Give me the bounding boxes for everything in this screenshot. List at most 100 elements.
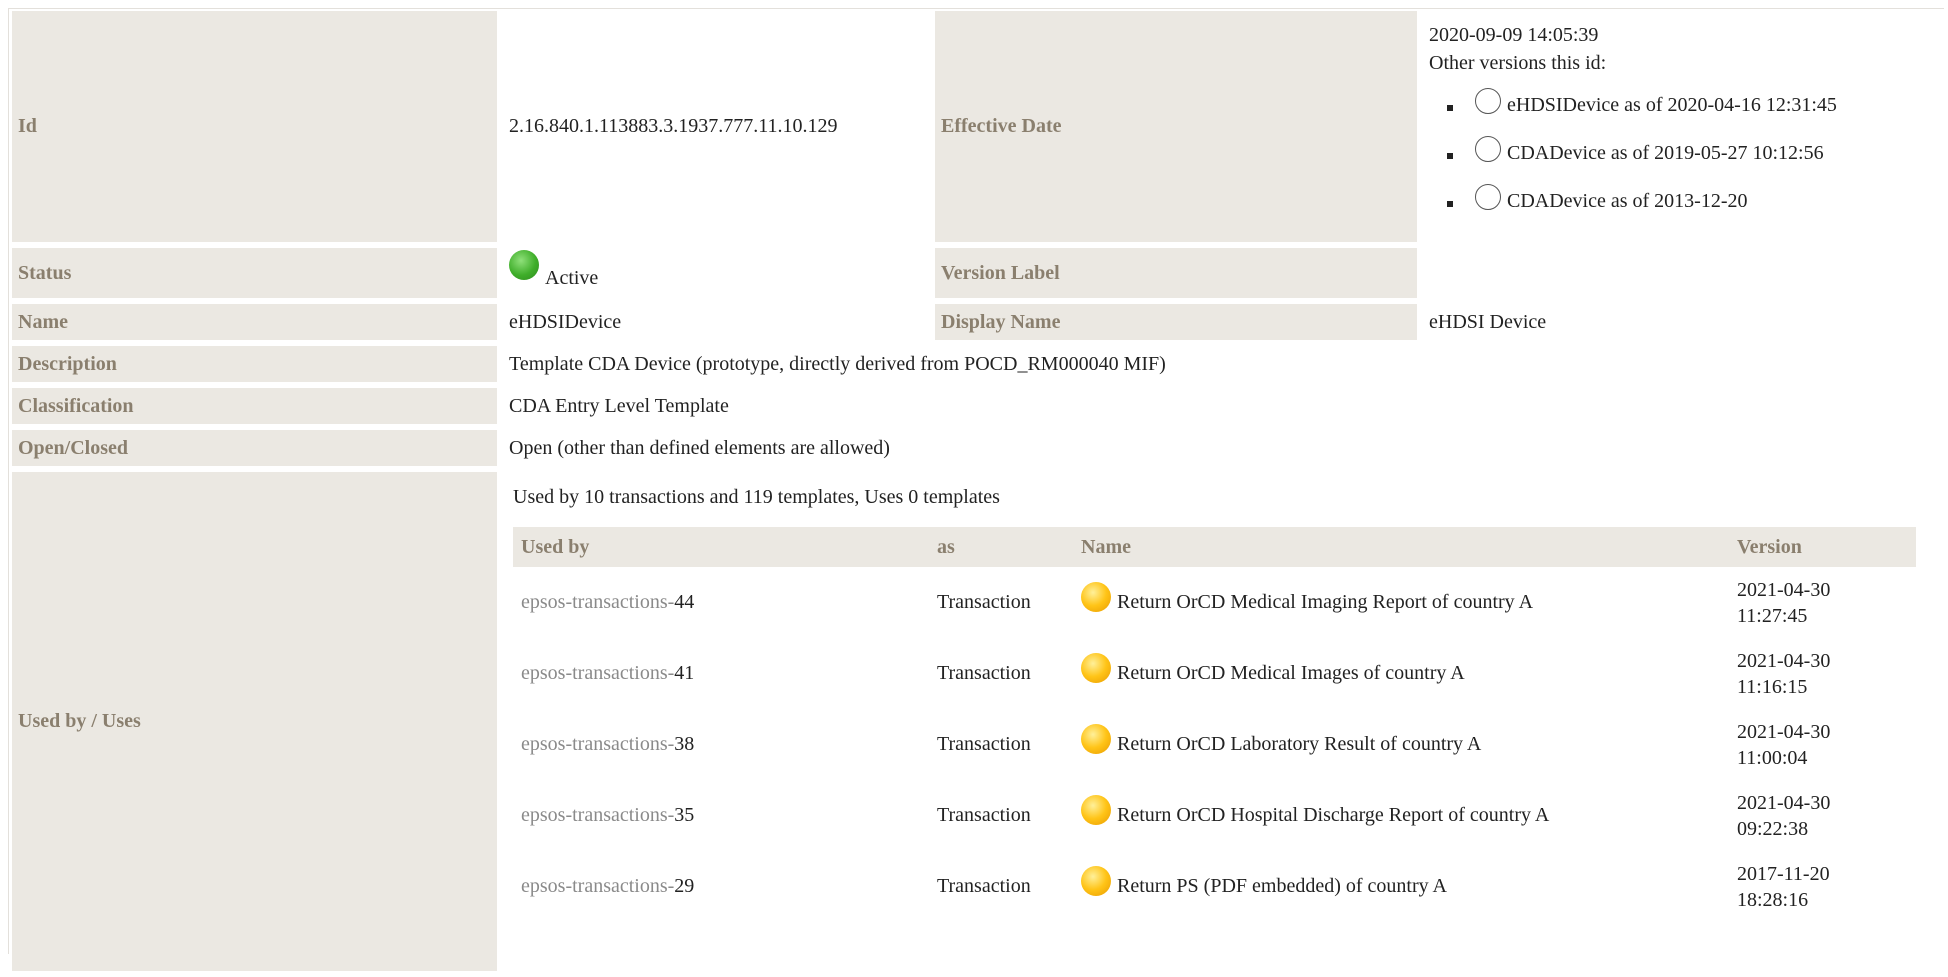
version-date: 2021-04-30	[1737, 578, 1831, 601]
version-date: 2021-04-30	[1737, 791, 1831, 814]
yellow-status-dot-icon	[1081, 723, 1111, 754]
usage-row: epsos-transactions-38 Transaction Return…	[513, 709, 1916, 780]
name-value: eHDSIDevice	[509, 310, 622, 333]
effective-date-label: Effective Date	[935, 11, 1417, 242]
usage-name-cell: Return OrCD Medical Images of country A	[1073, 638, 1729, 709]
ref-number: 38	[674, 733, 695, 755]
usage-as: Transaction	[937, 591, 1031, 613]
usage-version: 2017-11-20 18:28:16	[1729, 851, 1916, 922]
usage-as: Transaction	[937, 662, 1031, 684]
ref-number: 44	[674, 591, 695, 613]
yellow-status-dot-icon	[1081, 581, 1111, 612]
usage-name: Return PS (PDF embedded) of country A	[1117, 875, 1447, 897]
other-versions-list: eHDSIDevice as of 2020-04-16 12:31:45 CD…	[1429, 81, 1932, 225]
bullet-icon	[1447, 105, 1453, 111]
other-version-item[interactable]: eHDSIDevice as of 2020-04-16 12:31:45	[1447, 81, 1932, 129]
version-time: 11:27:45	[1737, 604, 1808, 627]
status-value-cell: Active	[503, 248, 929, 298]
usage-as: Transaction	[937, 804, 1031, 826]
used-by-link[interactable]: epsos-transactions-41	[513, 638, 929, 709]
bullet-icon	[1447, 201, 1453, 207]
version-time: 18:28:16	[1737, 888, 1809, 911]
yellow-status-dot-icon	[1081, 865, 1111, 896]
ref-prefix: epsos-transactions-	[521, 875, 675, 897]
usage-version: 2021-04-30 11:00:04	[1729, 709, 1916, 780]
used-by-link[interactable]: epsos-transactions-29	[513, 851, 929, 922]
usage-row: epsos-transactions-41 Transaction Return…	[513, 638, 1916, 709]
usage-version: 2021-04-30 11:16:15	[1729, 638, 1916, 709]
ref-prefix: epsos-transactions-	[521, 591, 675, 613]
usage-row: epsos-transactions-44 Transaction Return…	[513, 567, 1916, 638]
used-by-link[interactable]: epsos-transactions-38	[513, 709, 929, 780]
usage-name-cell: Return OrCD Laboratory Result of country…	[1073, 709, 1729, 780]
used-by-link[interactable]: epsos-transactions-35	[513, 780, 929, 851]
ref-number: 41	[674, 662, 695, 684]
as-column-header: as	[929, 527, 1073, 567]
status-value: Active	[545, 267, 599, 289]
other-version-item[interactable]: CDADevice as of 2013-12-20	[1447, 177, 1932, 225]
ref-number: 29	[674, 875, 695, 897]
usage-header-row: Used by as Name Version	[513, 527, 1916, 567]
open-closed-value: Open (other than defined elements are al…	[509, 436, 890, 459]
version-label-value	[1423, 248, 1938, 298]
yellow-status-dot-icon	[1081, 794, 1111, 825]
other-version-label: CDADevice as of 2019-05-27 10:12:56	[1507, 142, 1824, 164]
usage-row: epsos-transactions-29 Transaction Return…	[513, 851, 1916, 922]
bullet-icon	[1447, 153, 1453, 159]
radio-circle-icon[interactable]	[1475, 88, 1501, 114]
classification-label: Classification	[12, 388, 497, 424]
effective-date-cell: 2020-09-09 14:05:39 Other versions this …	[1423, 11, 1938, 242]
other-version-item[interactable]: CDADevice as of 2019-05-27 10:12:56	[1447, 129, 1932, 177]
description-label: Description	[12, 346, 497, 382]
version-time: 11:00:04	[1737, 746, 1808, 769]
radio-circle-icon[interactable]	[1475, 184, 1501, 210]
usage-row: epsos-transactions-35 Transaction Return…	[513, 780, 1916, 851]
usage-name: Return OrCD Hospital Discharge Report of…	[1117, 804, 1550, 826]
usage-table: Used by as Name Version epsos-transactio…	[513, 527, 1916, 922]
version-label-label: Version Label	[935, 248, 1417, 298]
used-by-uses-label: Used by / Uses	[12, 472, 497, 971]
display-name-value: eHDSI Device	[1429, 310, 1547, 333]
other-versions-title: Other versions this id:	[1429, 52, 1607, 74]
ref-prefix: epsos-transactions-	[521, 804, 675, 826]
version-date: 2021-04-30	[1737, 720, 1831, 743]
usage-as: Transaction	[937, 733, 1031, 755]
id-value: 2.16.840.1.113883.3.1937.777.11.10.129	[509, 115, 838, 137]
usage-name-cell: Return OrCD Medical Imaging Report of co…	[1073, 567, 1729, 638]
id-label: Id	[12, 11, 497, 242]
open-closed-label: Open/Closed	[12, 430, 497, 466]
other-version-label: eHDSIDevice as of 2020-04-16 12:31:45	[1507, 94, 1837, 116]
usage-as: Transaction	[937, 875, 1031, 897]
usage-version: 2021-04-30 09:22:38	[1729, 780, 1916, 851]
usage-name: Return OrCD Medical Imaging Report of co…	[1117, 591, 1534, 613]
classification-value: CDA Entry Level Template	[509, 394, 729, 417]
version-date: 2017-11-20	[1737, 862, 1830, 885]
green-status-dot-icon	[509, 250, 539, 280]
status-label: Status	[12, 248, 497, 298]
radio-circle-icon[interactable]	[1475, 136, 1501, 162]
effective-date-value: 2020-09-09 14:05:39	[1429, 24, 1599, 46]
used-by-uses-cell: Used by 10 transactions and 119 template…	[503, 472, 1938, 971]
usage-summary: Used by 10 transactions and 119 template…	[513, 486, 1000, 508]
ref-number: 35	[674, 804, 695, 826]
usage-name: Return OrCD Medical Images of country A	[1117, 662, 1465, 684]
version-date: 2021-04-30	[1737, 649, 1831, 672]
ref-prefix: epsos-transactions-	[521, 733, 675, 755]
used-by-link[interactable]: epsos-transactions-44	[513, 567, 929, 638]
yellow-status-dot-icon	[1081, 652, 1111, 683]
template-details-table: Id 2.16.840.1.113883.3.1937.777.11.10.12…	[6, 5, 1944, 977]
usage-name-cell: Return OrCD Hospital Discharge Report of…	[1073, 780, 1729, 851]
name-column-header: Name	[1073, 527, 1729, 567]
ref-prefix: epsos-transactions-	[521, 662, 675, 684]
version-time: 09:22:38	[1737, 817, 1809, 840]
description-value: Template CDA Device (prototype, directly…	[509, 352, 1166, 375]
version-column-header: Version	[1729, 527, 1916, 567]
usage-name: Return OrCD Laboratory Result of country…	[1117, 733, 1482, 755]
version-time: 11:16:15	[1737, 675, 1808, 698]
used-by-column-header: Used by	[513, 527, 929, 567]
usage-name-cell: Return PS (PDF embedded) of country A	[1073, 851, 1729, 922]
display-name-label: Display Name	[935, 304, 1417, 340]
usage-version: 2021-04-30 11:27:45	[1729, 567, 1916, 638]
other-version-label: CDADevice as of 2013-12-20	[1507, 190, 1748, 212]
name-label: Name	[12, 304, 497, 340]
